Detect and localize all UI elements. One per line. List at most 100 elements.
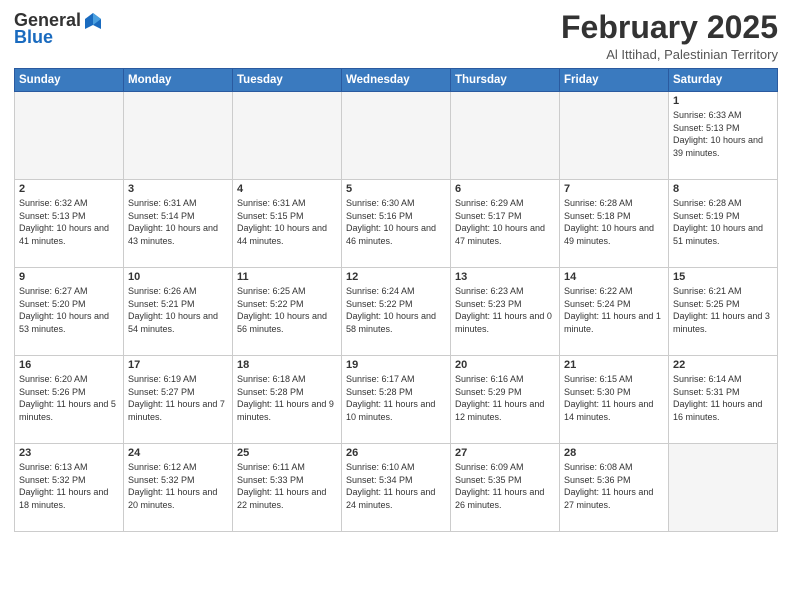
day-number: 1	[673, 95, 773, 107]
calendar-cell: 11 Sunrise: 6:25 AM Sunset: 5:22 PM Dayli…	[233, 268, 342, 356]
calendar-cell: 3 Sunrise: 6:31 AM Sunset: 5:14 PM Daylig…	[124, 180, 233, 268]
month-title: February 2025	[561, 10, 778, 45]
day-number: 6	[455, 183, 555, 195]
col-thursday: Thursday	[451, 69, 560, 92]
calendar-cell: 9 Sunrise: 6:27 AM Sunset: 5:20 PM Daylig…	[15, 268, 124, 356]
day-info: Sunrise: 6:09 AM Sunset: 5:35 PM Dayligh…	[455, 461, 555, 511]
day-number: 10	[128, 271, 228, 283]
calendar-cell: 1 Sunrise: 6:33 AM Sunset: 5:13 PM Daylig…	[669, 92, 778, 180]
day-info: Sunrise: 6:19 AM Sunset: 5:27 PM Dayligh…	[128, 373, 228, 423]
calendar-cell: 18 Sunrise: 6:18 AM Sunset: 5:28 PM Dayli…	[233, 356, 342, 444]
day-info: Sunrise: 6:32 AM Sunset: 5:13 PM Dayligh…	[19, 197, 119, 247]
day-number: 27	[455, 447, 555, 459]
day-info: Sunrise: 6:26 AM Sunset: 5:21 PM Dayligh…	[128, 285, 228, 335]
day-info: Sunrise: 6:16 AM Sunset: 5:29 PM Dayligh…	[455, 373, 555, 423]
header: General Blue February 2025 Al Ittihad, P…	[14, 10, 778, 62]
calendar-week-1: 2Sunrise: 6:32 AM Sunset: 5:13 PM Daylig…	[15, 180, 778, 268]
calendar-cell: 4 Sunrise: 6:31 AM Sunset: 5:15 PM Daylig…	[233, 180, 342, 268]
day-info: Sunrise: 6:08 AM Sunset: 5:36 PM Dayligh…	[564, 461, 664, 511]
day-info: Sunrise: 6:22 AM Sunset: 5:24 PM Dayligh…	[564, 285, 664, 335]
logo: General Blue	[14, 10, 103, 48]
calendar-cell: 27 Sunrise: 6:09 AM Sunset: 5:35 PM Dayli…	[451, 444, 560, 532]
calendar-cell: 6Sunrise: 6:29 AM Sunset: 5:17 PM Daylig…	[451, 180, 560, 268]
day-info: Sunrise: 6:24 AM Sunset: 5:22 PM Dayligh…	[346, 285, 446, 335]
calendar-cell: 28 Sunrise: 6:08 AM Sunset: 5:36 PM Dayli…	[560, 444, 669, 532]
calendar-cell: 23Sunrise: 6:13 AM Sunset: 5:32 PM Dayli…	[15, 444, 124, 532]
day-number: 5	[346, 183, 446, 195]
day-info: Sunrise: 6:31 AM Sunset: 5:14 PM Dayligh…	[128, 197, 228, 247]
calendar: Sunday Monday Tuesday Wednesday Thursday…	[14, 68, 778, 532]
logo-blue: Blue	[14, 27, 53, 48]
day-info: Sunrise: 6:31 AM Sunset: 5:15 PM Dayligh…	[237, 197, 337, 247]
calendar-cell: 12 Sunrise: 6:24 AM Sunset: 5:22 PM Dayli…	[342, 268, 451, 356]
day-number: 9	[19, 271, 119, 283]
calendar-cell: 8 Sunrise: 6:28 AM Sunset: 5:19 PM Daylig…	[669, 180, 778, 268]
day-info: Sunrise: 6:30 AM Sunset: 5:16 PM Dayligh…	[346, 197, 446, 247]
col-saturday: Saturday	[669, 69, 778, 92]
day-number: 22	[673, 359, 773, 371]
calendar-cell	[15, 92, 124, 180]
calendar-cell: 26 Sunrise: 6:10 AM Sunset: 5:34 PM Dayli…	[342, 444, 451, 532]
day-number: 14	[564, 271, 664, 283]
calendar-week-0: 1 Sunrise: 6:33 AM Sunset: 5:13 PM Daylig…	[15, 92, 778, 180]
day-number: 8	[673, 183, 773, 195]
calendar-cell: 10 Sunrise: 6:26 AM Sunset: 5:21 PM Dayli…	[124, 268, 233, 356]
day-info: Sunrise: 6:15 AM Sunset: 5:30 PM Dayligh…	[564, 373, 664, 423]
day-info: Sunrise: 6:18 AM Sunset: 5:28 PM Dayligh…	[237, 373, 337, 423]
col-tuesday: Tuesday	[233, 69, 342, 92]
calendar-cell: 25 Sunrise: 6:11 AM Sunset: 5:33 PM Dayli…	[233, 444, 342, 532]
day-number: 24	[128, 447, 228, 459]
day-info: Sunrise: 6:28 AM Sunset: 5:18 PM Dayligh…	[564, 197, 664, 247]
day-number: 19	[346, 359, 446, 371]
calendar-cell: 14 Sunrise: 6:22 AM Sunset: 5:24 PM Dayli…	[560, 268, 669, 356]
day-info: Sunrise: 6:20 AM Sunset: 5:26 PM Dayligh…	[19, 373, 119, 423]
day-info: Sunrise: 6:11 AM Sunset: 5:33 PM Dayligh…	[237, 461, 337, 511]
day-number: 17	[128, 359, 228, 371]
col-monday: Monday	[124, 69, 233, 92]
calendar-cell: 19 Sunrise: 6:17 AM Sunset: 5:28 PM Dayli…	[342, 356, 451, 444]
day-number: 7	[564, 183, 664, 195]
day-info: Sunrise: 6:28 AM Sunset: 5:19 PM Dayligh…	[673, 197, 773, 247]
page: General Blue February 2025 Al Ittihad, P…	[0, 0, 792, 612]
day-number: 16	[19, 359, 119, 371]
day-number: 25	[237, 447, 337, 459]
day-number: 20	[455, 359, 555, 371]
col-friday: Friday	[560, 69, 669, 92]
calendar-cell: 17 Sunrise: 6:19 AM Sunset: 5:27 PM Dayli…	[124, 356, 233, 444]
col-sunday: Sunday	[15, 69, 124, 92]
day-number: 18	[237, 359, 337, 371]
day-number: 21	[564, 359, 664, 371]
calendar-week-3: 16 Sunrise: 6:20 AM Sunset: 5:26 PM Dayli…	[15, 356, 778, 444]
day-info: Sunrise: 6:14 AM Sunset: 5:31 PM Dayligh…	[673, 373, 773, 423]
calendar-cell	[124, 92, 233, 180]
calendar-cell: 15Sunrise: 6:21 AM Sunset: 5:25 PM Dayli…	[669, 268, 778, 356]
calendar-cell: 24 Sunrise: 6:12 AM Sunset: 5:32 PM Dayli…	[124, 444, 233, 532]
day-number: 11	[237, 271, 337, 283]
calendar-cell: 7 Sunrise: 6:28 AM Sunset: 5:18 PM Daylig…	[560, 180, 669, 268]
calendar-cell	[669, 444, 778, 532]
calendar-cell	[342, 92, 451, 180]
calendar-cell: 20 Sunrise: 6:16 AM Sunset: 5:29 PM Dayli…	[451, 356, 560, 444]
day-info: Sunrise: 6:33 AM Sunset: 5:13 PM Dayligh…	[673, 109, 773, 159]
calendar-header-row: Sunday Monday Tuesday Wednesday Thursday…	[15, 69, 778, 92]
day-info: Sunrise: 6:10 AM Sunset: 5:34 PM Dayligh…	[346, 461, 446, 511]
calendar-week-4: 23Sunrise: 6:13 AM Sunset: 5:32 PM Dayli…	[15, 444, 778, 532]
title-area: February 2025 Al Ittihad, Palestinian Te…	[561, 10, 778, 62]
calendar-cell: 22 Sunrise: 6:14 AM Sunset: 5:31 PM Dayli…	[669, 356, 778, 444]
day-number: 26	[346, 447, 446, 459]
location-subtitle: Al Ittihad, Palestinian Territory	[561, 47, 778, 62]
day-number: 13	[455, 271, 555, 283]
calendar-cell	[451, 92, 560, 180]
day-info: Sunrise: 6:27 AM Sunset: 5:20 PM Dayligh…	[19, 285, 119, 335]
logo-icon	[83, 11, 103, 31]
day-number: 12	[346, 271, 446, 283]
day-number: 28	[564, 447, 664, 459]
day-info: Sunrise: 6:25 AM Sunset: 5:22 PM Dayligh…	[237, 285, 337, 335]
day-info: Sunrise: 6:17 AM Sunset: 5:28 PM Dayligh…	[346, 373, 446, 423]
day-info: Sunrise: 6:12 AM Sunset: 5:32 PM Dayligh…	[128, 461, 228, 511]
calendar-cell: 13Sunrise: 6:23 AM Sunset: 5:23 PM Dayli…	[451, 268, 560, 356]
col-wednesday: Wednesday	[342, 69, 451, 92]
day-number: 4	[237, 183, 337, 195]
day-number: 3	[128, 183, 228, 195]
calendar-cell	[560, 92, 669, 180]
